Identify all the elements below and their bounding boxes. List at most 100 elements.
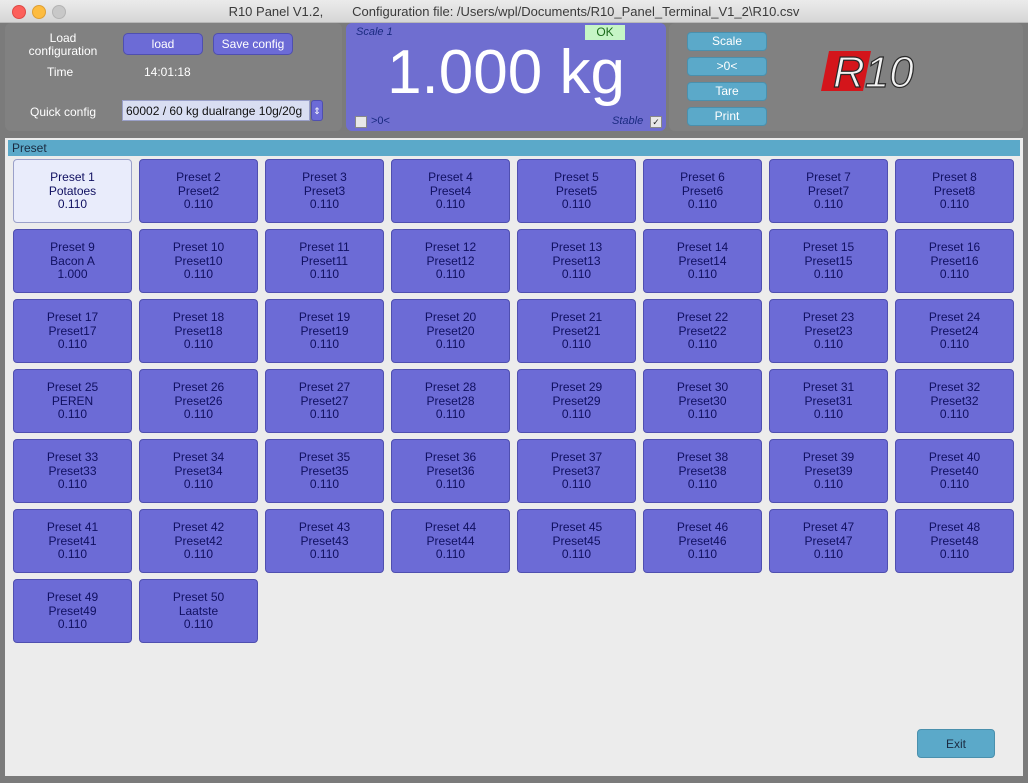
preset-number: Preset 37 [550,450,603,464]
preset-button[interactable]: Preset 49 Preset49 0.110 [13,579,132,643]
preset-number: Preset 18 [172,310,225,324]
preset-button[interactable]: Preset 43 Preset43 0.110 [265,509,384,573]
preset-value: 0.110 [183,617,214,631]
preset-name: Bacon A [50,253,95,268]
preset-button[interactable]: Preset 18 Preset18 0.110 [139,299,258,363]
preset-number: Preset 7 [806,170,851,184]
preset-button[interactable]: Preset 23 Preset23 0.110 [769,299,888,363]
preset-button[interactable]: Preset 46 Preset46 0.110 [643,509,762,573]
preset-button[interactable]: Preset 41 Preset41 0.110 [13,509,132,573]
preset-button[interactable]: Preset 34 Preset34 0.110 [139,439,258,503]
preset-button[interactable]: Preset 13 Preset13 0.110 [517,229,636,293]
preset-button[interactable]: Preset 11 Preset11 0.110 [265,229,384,293]
preset-button[interactable]: Preset 35 Preset35 0.110 [265,439,384,503]
preset-button[interactable]: Preset 2 Preset2 0.110 [139,159,258,223]
preset-value: 0.110 [183,477,214,491]
preset-button[interactable]: Preset 22 Preset22 0.110 [643,299,762,363]
preset-button[interactable]: Preset 10 Preset10 0.110 [139,229,258,293]
preset-name: Preset28 [426,393,475,408]
preset-name: Preset40 [930,463,979,478]
preset-name: Preset31 [804,393,853,408]
preset-button[interactable]: Preset 16 Preset16 0.110 [895,229,1014,293]
preset-button[interactable]: Preset 45 Preset45 0.110 [517,509,636,573]
preset-button[interactable]: Preset 1 Potatoes 0.110 [13,159,132,223]
preset-button[interactable]: Preset 24 Preset24 0.110 [895,299,1014,363]
preset-button[interactable]: Preset 32 Preset32 0.110 [895,369,1014,433]
stable-checkbox[interactable]: ✓ [650,116,662,128]
preset-value: 0.110 [813,407,844,421]
stable-label: Stable [612,115,644,127]
preset-name: Preset47 [804,533,853,548]
preset-name: Preset38 [678,463,727,478]
preset-number: Preset 45 [550,520,603,534]
preset-button[interactable]: Preset 12 Preset12 0.110 [391,229,510,293]
exit-button[interactable]: Exit [917,729,995,758]
preset-number: Preset 14 [676,240,729,254]
preset-value: 0.110 [57,617,88,631]
preset-value: 0.110 [561,477,592,491]
preset-value: 0.110 [939,477,970,491]
preset-button[interactable]: Preset 25 PEREN 0.110 [13,369,132,433]
window-title: R10 Panel V1.2, Configuration file: /Use… [228,4,800,19]
preset-button[interactable]: Preset 50 Laatste 0.110 [139,579,258,643]
preset-button[interactable]: Preset 28 Preset28 0.110 [391,369,510,433]
preset-button[interactable]: Preset 14 Preset14 0.110 [643,229,762,293]
preset-button[interactable]: Preset 40 Preset40 0.110 [895,439,1014,503]
select-arrows-icon[interactable]: ⇕ [311,100,323,121]
preset-name: Preset4 [429,183,472,198]
preset-name: Preset23 [804,323,853,338]
preset-button[interactable]: Preset 19 Preset19 0.110 [265,299,384,363]
preset-button[interactable]: Preset 30 Preset30 0.110 [643,369,762,433]
preset-button[interactable]: Preset 17 Preset17 0.110 [13,299,132,363]
preset-name: Preset27 [300,393,349,408]
tare-button[interactable]: Tare [687,82,767,101]
preset-value: 0.110 [309,407,340,421]
preset-name: Preset43 [300,533,349,548]
preset-button[interactable]: Preset 8 Preset8 0.110 [895,159,1014,223]
preset-value: 0.110 [813,477,844,491]
preset-name: Preset13 [552,253,601,268]
preset-button[interactable]: Preset 27 Preset27 0.110 [265,369,384,433]
preset-button[interactable]: Preset 39 Preset39 0.110 [769,439,888,503]
preset-button[interactable]: Preset 26 Preset26 0.110 [139,369,258,433]
preset-button[interactable]: Preset 33 Preset33 0.110 [13,439,132,503]
preset-header: Preset [8,140,1020,156]
preset-button[interactable]: Preset 7 Preset7 0.110 [769,159,888,223]
preset-button[interactable]: Preset 4 Preset4 0.110 [391,159,510,223]
window-body: Load configuration load Save config Time… [0,23,1028,783]
preset-button[interactable]: Preset 6 Preset6 0.110 [643,159,762,223]
print-button[interactable]: Print [687,107,767,126]
preset-button[interactable]: Preset 31 Preset31 0.110 [769,369,888,433]
quick-config-select[interactable]: 60002 / 60 kg dualrange 10g/20g [122,100,310,121]
preset-button[interactable]: Preset 36 Preset36 0.110 [391,439,510,503]
scale-button[interactable]: Scale [687,32,767,51]
preset-number: Preset 6 [680,170,725,184]
preset-button[interactable]: Preset 42 Preset42 0.110 [139,509,258,573]
preset-button[interactable]: Preset 5 Preset5 0.110 [517,159,636,223]
preset-button[interactable]: Preset 9 Bacon A 1.000 [13,229,132,293]
zero-checkbox[interactable] [355,116,367,128]
zero-button[interactable]: >0< [687,57,767,76]
preset-value: 0.110 [813,197,844,211]
preset-button[interactable]: Preset 48 Preset48 0.110 [895,509,1014,573]
preset-name: Preset6 [681,183,724,198]
preset-name: Preset32 [930,393,979,408]
preset-number: Preset 21 [550,310,603,324]
preset-value: 0.110 [939,267,970,281]
save-config-button[interactable]: Save config [213,33,293,55]
preset-button[interactable]: Preset 37 Preset37 0.110 [517,439,636,503]
preset-button[interactable]: Preset 21 Preset21 0.110 [517,299,636,363]
preset-button[interactable]: Preset 47 Preset47 0.110 [769,509,888,573]
load-button[interactable]: load [123,33,203,55]
zero-label: >0< [371,115,390,127]
preset-button[interactable]: Preset 29 Preset29 0.110 [517,369,636,433]
preset-name: Preset8 [933,183,976,198]
preset-button[interactable]: Preset 15 Preset15 0.110 [769,229,888,293]
preset-button[interactable]: Preset 20 Preset20 0.110 [391,299,510,363]
preset-name: Preset20 [426,323,475,338]
preset-button[interactable]: Preset 38 Preset38 0.110 [643,439,762,503]
preset-value: 0.110 [939,337,970,351]
preset-number: Preset 46 [676,520,729,534]
preset-button[interactable]: Preset 44 Preset44 0.110 [391,509,510,573]
preset-button[interactable]: Preset 3 Preset3 0.110 [265,159,384,223]
